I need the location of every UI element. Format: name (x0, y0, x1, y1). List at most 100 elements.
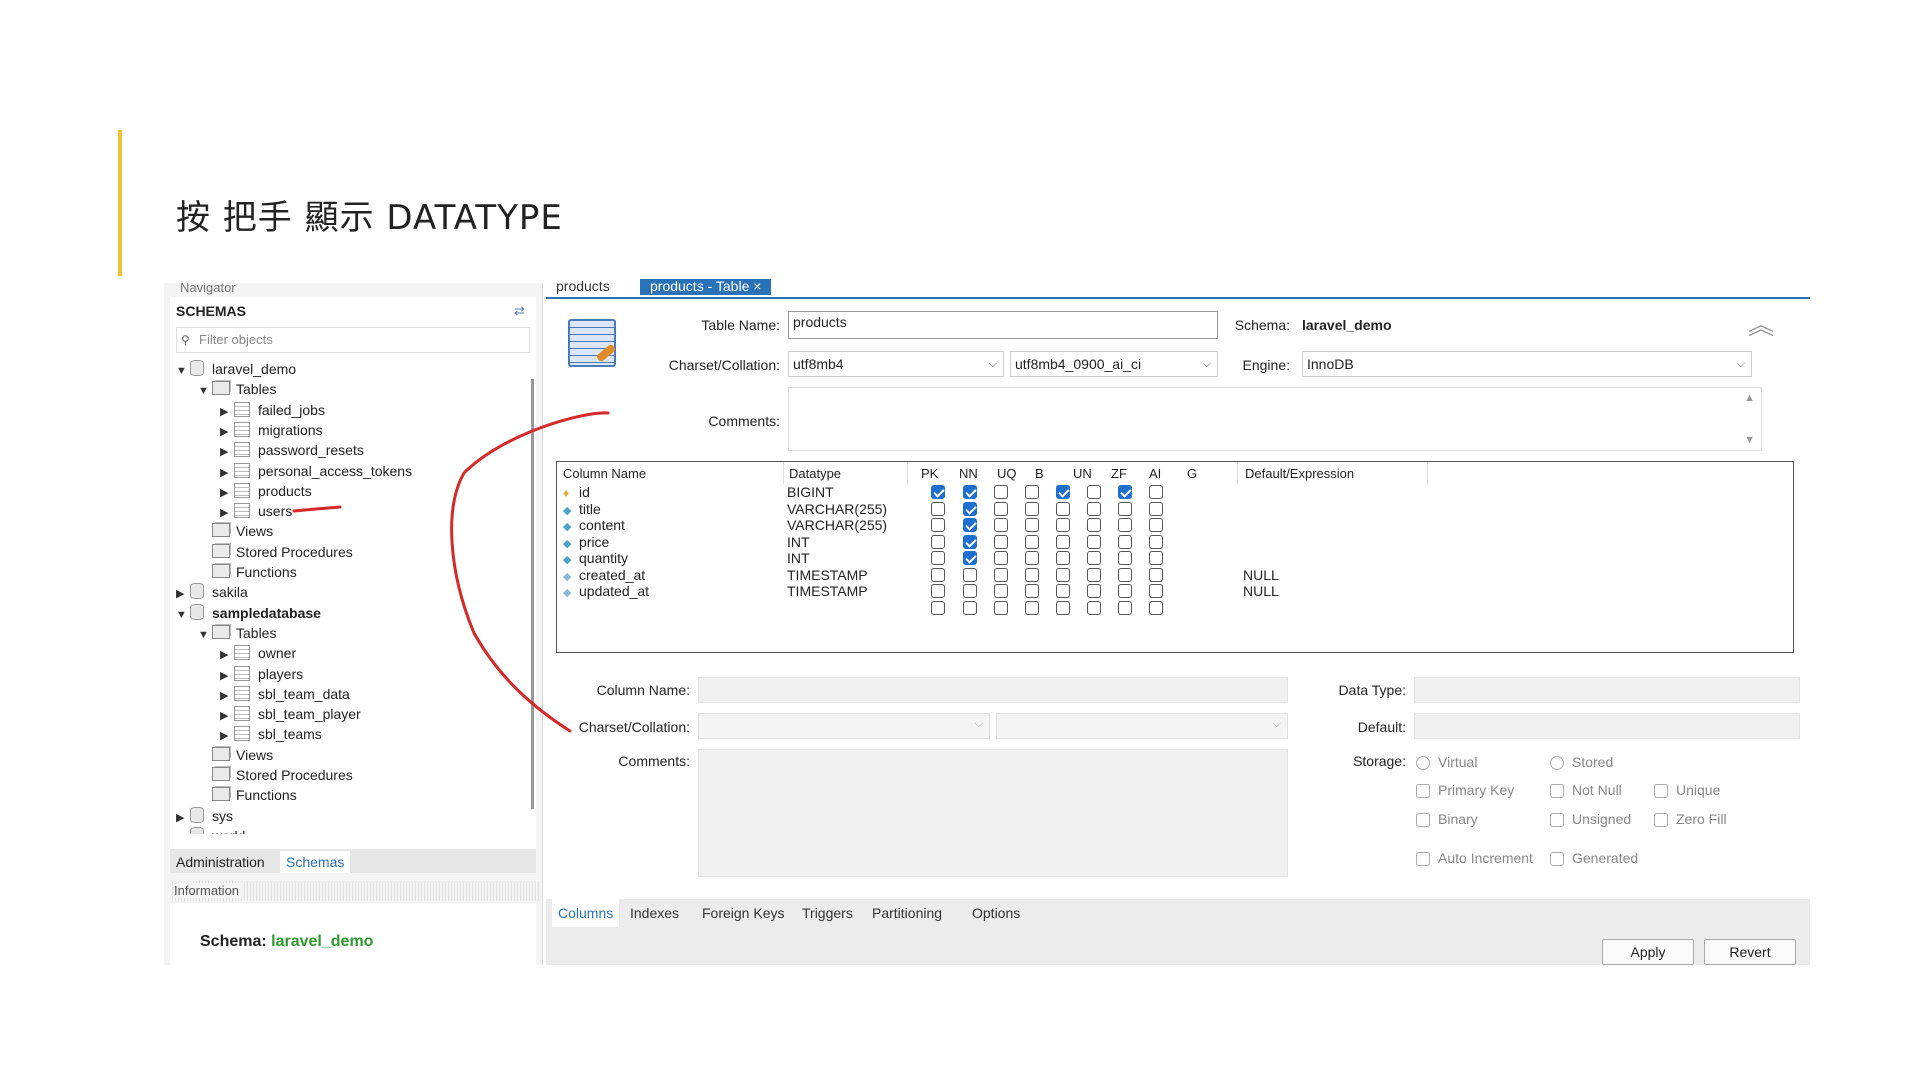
tree-item-stored-procedures[interactable]: Stored Procedures (198, 765, 353, 785)
flag-checkbox-un[interactable] (1056, 501, 1070, 516)
tab-administration[interactable]: Administration (170, 851, 271, 873)
flag-checkbox-ai[interactable] (1118, 584, 1132, 598)
flag-checkbox-zf[interactable] (1087, 551, 1101, 565)
collapsed-arrow-icon[interactable]: ▶ (220, 706, 234, 726)
header-uq[interactable]: UQ (997, 464, 1017, 484)
expanded-arrow-icon[interactable]: ▼ (176, 361, 190, 381)
tree-item-views[interactable]: Views (198, 745, 273, 765)
header-zf[interactable]: ZF (1111, 464, 1127, 484)
flag-checkbox-uq[interactable] (994, 501, 1008, 516)
tree-item-stored-procedures[interactable]: Stored Procedures (198, 542, 353, 562)
apply-button[interactable]: Apply (1602, 939, 1694, 965)
flag-checkbox-zf[interactable] (1087, 534, 1101, 549)
column-name-field[interactable] (698, 677, 1288, 703)
navigator-scrollbar[interactable] (531, 379, 534, 809)
flag-checkbox-b[interactable] (1025, 600, 1039, 615)
header-datatype[interactable]: Datatype (789, 464, 841, 484)
flag-checkbox-un[interactable] (1056, 584, 1070, 598)
expanded-arrow-icon[interactable]: ▼ (198, 381, 212, 401)
flag-checkbox-nn[interactable] (963, 485, 977, 499)
flag-checkbox-pk[interactable] (931, 534, 945, 549)
flag-checkbox-nn[interactable] (963, 534, 977, 549)
header-default[interactable]: Default/Expression (1245, 464, 1354, 484)
tab-partitioning[interactable]: Partitioning (866, 899, 948, 927)
revert-button[interactable]: Revert (1704, 939, 1796, 965)
collapsed-arrow-icon[interactable]: ▶ (220, 666, 234, 686)
flag-checkbox-ai[interactable] (1118, 534, 1132, 549)
comments-textarea[interactable]: ▲ ▼ (788, 387, 1762, 451)
tab-indexes[interactable]: Indexes (624, 899, 685, 927)
flag-checkbox-uq[interactable] (994, 584, 1008, 598)
flag-checkbox-ai[interactable] (1118, 501, 1132, 516)
header-un[interactable]: UN (1073, 464, 1092, 484)
flag-checkbox-pk[interactable] (931, 584, 945, 598)
flag-checkbox-uq[interactable] (994, 534, 1008, 549)
flag-checkbox-g[interactable] (1149, 551, 1163, 565)
collapsed-arrow-icon[interactable]: ▶ (176, 828, 190, 834)
flag-checkbox-un[interactable] (1056, 518, 1070, 532)
unsigned-checkbox[interactable]: Unsigned (1550, 810, 1631, 828)
generated-checkbox[interactable]: Generated (1550, 849, 1638, 867)
header-column-name[interactable]: Column Name (563, 464, 646, 484)
collapsed-arrow-icon[interactable]: ▶ (176, 584, 190, 604)
tree-item-products[interactable]: ▶ products (220, 481, 312, 501)
flag-checkbox-b[interactable] (1025, 567, 1039, 582)
detail-charset-select[interactable]: ⌵ (698, 713, 990, 739)
flag-checkbox-g[interactable] (1149, 567, 1163, 582)
tab-columns[interactable]: Columns (552, 899, 620, 927)
tree-item-views[interactable]: Views (198, 521, 273, 541)
collapse-icon[interactable]: ︽ (1748, 305, 1774, 342)
header-nn[interactable]: NN (959, 464, 978, 484)
primary-key-checkbox[interactable]: Primary Key (1416, 781, 1514, 799)
flag-checkbox-g[interactable] (1149, 485, 1163, 499)
flag-checkbox-pk[interactable] (931, 567, 945, 582)
flag-checkbox-pk[interactable] (931, 501, 945, 516)
flag-checkbox-pk[interactable] (931, 485, 945, 499)
collapsed-arrow-icon[interactable]: ▶ (220, 483, 234, 503)
tab-close-icon[interactable]: × (753, 279, 761, 294)
tree-item-sampledatabase[interactable]: ▼ sampledatabase (176, 603, 321, 623)
flag-checkbox-b[interactable] (1025, 501, 1039, 516)
tree-item-sakila[interactable]: ▶ sakila (176, 582, 248, 602)
flag-checkbox-ai[interactable] (1118, 567, 1132, 582)
tree-item-functions[interactable]: Functions (198, 785, 297, 805)
flag-checkbox-ai[interactable] (1118, 600, 1132, 615)
collapsed-arrow-icon[interactable]: ▶ (220, 463, 234, 483)
tree-item-personal-access-tokens[interactable]: ▶ personal_access_tokens (220, 461, 412, 481)
flag-checkbox-zf[interactable] (1087, 584, 1101, 598)
tab-foreign-keys[interactable]: Foreign Keys (696, 899, 790, 927)
flag-checkbox-uq[interactable] (994, 567, 1008, 582)
flag-checkbox-uq[interactable] (994, 600, 1008, 615)
tree-item-tables[interactable]: ▼ Tables (198, 379, 276, 399)
flag-checkbox-un[interactable] (1056, 534, 1070, 549)
storage-virtual-radio[interactable]: Virtual (1416, 753, 1477, 771)
flag-checkbox-uq[interactable] (994, 518, 1008, 532)
flag-checkbox-nn[interactable] (963, 584, 977, 598)
flag-checkbox-un[interactable] (1056, 551, 1070, 565)
collapsed-arrow-icon[interactable]: ▶ (220, 422, 234, 442)
default-field[interactable] (1414, 713, 1800, 739)
flag-checkbox-zf[interactable] (1087, 518, 1101, 532)
flag-checkbox-zf[interactable] (1087, 600, 1101, 615)
flag-checkbox-ai[interactable] (1118, 518, 1132, 532)
scroll-up-icon[interactable]: ▲ (1744, 392, 1755, 404)
unique-checkbox[interactable]: Unique (1654, 781, 1720, 799)
header-g[interactable]: G (1187, 464, 1197, 484)
expanded-arrow-icon[interactable]: ▼ (198, 625, 212, 645)
collapsed-arrow-icon[interactable]: ▶ (220, 442, 234, 462)
flag-checkbox-nn[interactable] (963, 600, 977, 615)
table-row[interactable] (557, 598, 1793, 618)
collapsed-arrow-icon[interactable]: ▶ (176, 808, 190, 828)
flag-checkbox-ai[interactable] (1118, 485, 1132, 499)
tab-options[interactable]: Options (966, 899, 1026, 927)
collapsed-arrow-icon[interactable]: ▶ (220, 503, 234, 523)
flag-checkbox-zf[interactable] (1087, 567, 1101, 582)
refresh-icon[interactable]: ⇄ (514, 303, 528, 318)
flag-checkbox-g[interactable] (1149, 501, 1163, 516)
flag-checkbox-un[interactable] (1056, 485, 1070, 499)
flag-checkbox-ai[interactable] (1118, 551, 1132, 565)
tree-item-users[interactable]: ▶ users (220, 501, 292, 521)
zero-fill-checkbox[interactable]: Zero Fill (1654, 810, 1727, 828)
tree-item-tables[interactable]: ▼ Tables (198, 623, 276, 643)
flag-checkbox-nn[interactable] (963, 551, 977, 565)
